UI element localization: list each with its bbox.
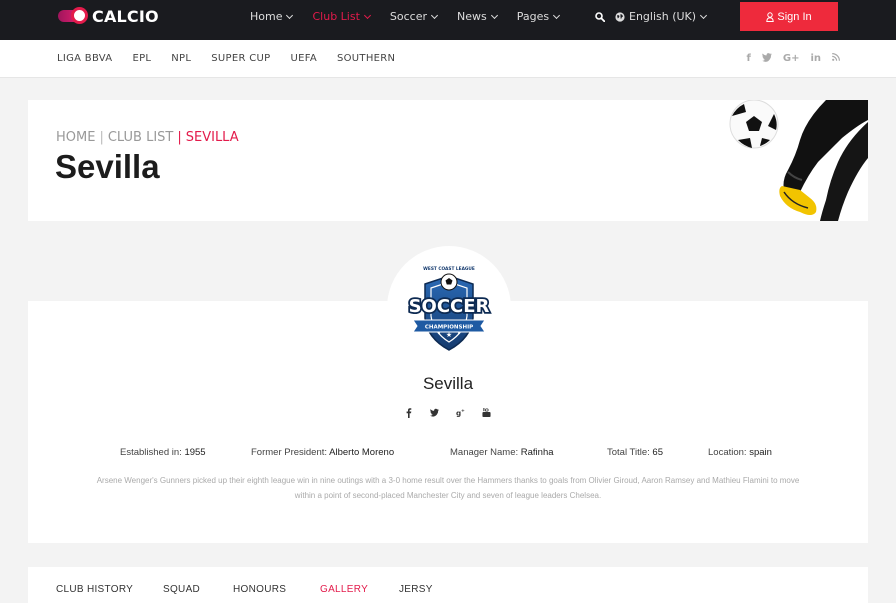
- search-icon[interactable]: [595, 12, 605, 22]
- google-plus-icon[interactable]: g +: [456, 407, 465, 418]
- club-social-links: g +: [404, 407, 491, 418]
- header-social-links: f G+ in: [747, 53, 841, 65]
- page-header: HOME | CLUB LIST | SEVILLA Sevilla: [28, 100, 868, 221]
- linkedin-icon[interactable]: in: [810, 53, 821, 65]
- nav-label: Pages: [516, 10, 550, 23]
- nav-label: Club List: [312, 10, 360, 23]
- fact-value: 65: [652, 447, 663, 458]
- breadcrumb: HOME | CLUB LIST | SEVILLA: [56, 130, 239, 145]
- club-crest: ★ ★ ★ WEST COAST LEAGUE SOCCER CHAMPIONS…: [407, 266, 491, 351]
- nav-label: Home: [250, 10, 283, 23]
- user-icon: [766, 11, 775, 22]
- breadcrumb-current: SEVILLA: [185, 130, 239, 145]
- league-item-liga-bbva[interactable]: LIGA BBVA: [57, 53, 112, 64]
- brand-logo[interactable]: CALCIO: [58, 5, 159, 27]
- chevron-down-icon: [363, 11, 371, 19]
- logo-ball-icon: [58, 6, 88, 26]
- breadcrumb-club-list[interactable]: CLUB LIST: [108, 130, 174, 145]
- fact-total-title: Total Title: 65: [607, 447, 663, 458]
- nav-label: News: [457, 10, 487, 23]
- secondary-navbar: LIGA BBVA EPL NPL SUPER CUP UEFA SOUTHER…: [0, 40, 896, 78]
- chevron-down-icon: [286, 11, 294, 19]
- tab-jersy[interactable]: JERSY: [399, 584, 433, 595]
- crest-top-text: WEST COAST LEAGUE: [423, 266, 475, 272]
- fact-label: Manager Name:: [450, 447, 519, 458]
- crest-ribbon-text: CHAMPIONSHIP: [425, 325, 473, 331]
- brand-name: CALCIO: [92, 6, 159, 26]
- tab-gallery[interactable]: GALLERY: [320, 584, 368, 595]
- nav-item-club-list[interactable]: Club List: [312, 10, 371, 23]
- language-label: English (UK): [629, 10, 697, 23]
- fact-value: spain: [749, 447, 772, 458]
- fact-label: Former President:: [251, 447, 328, 458]
- facebook-icon[interactable]: f: [747, 53, 751, 65]
- youtube-icon[interactable]: [482, 407, 491, 418]
- league-item-epl[interactable]: EPL: [132, 53, 151, 64]
- globe-icon: [615, 11, 625, 22]
- club-tabs: CLUB HISTORY SQUAD HONOURS GALLERY JERSY: [28, 567, 868, 603]
- fact-established: Established in: 1955: [120, 447, 206, 458]
- tab-club-history[interactable]: CLUB HISTORY: [56, 584, 133, 595]
- chevron-down-icon: [490, 11, 498, 19]
- fact-label: Location:: [708, 447, 747, 458]
- fact-label: Total Title:: [607, 447, 650, 458]
- fact-label: Established in:: [120, 447, 182, 458]
- nav-item-pages[interactable]: Pages: [516, 10, 561, 23]
- fact-value: 1955: [184, 447, 206, 458]
- nav-item-news[interactable]: News: [457, 10, 498, 23]
- google-plus-icon[interactable]: G+: [783, 53, 800, 65]
- fact-value: Alberto Moreno: [329, 447, 395, 458]
- chevron-down-icon: [553, 11, 561, 19]
- sign-in-button[interactable]: Sign In: [740, 2, 838, 31]
- twitter-icon[interactable]: [761, 53, 772, 65]
- facebook-icon[interactable]: [404, 407, 413, 418]
- fact-former-president: Former President: Alberto Moreno: [251, 447, 394, 458]
- league-item-uefa[interactable]: UEFA: [290, 53, 317, 64]
- league-item-southern[interactable]: SOUTHERN: [337, 53, 395, 64]
- tab-squad[interactable]: SQUAD: [163, 584, 200, 595]
- league-nav: LIGA BBVA EPL NPL SUPER CUP UEFA SOUTHER…: [57, 53, 415, 64]
- nav-item-soccer[interactable]: Soccer: [389, 10, 439, 23]
- sign-in-label: Sign In: [777, 10, 812, 23]
- league-item-npl[interactable]: NPL: [171, 53, 191, 64]
- page-title: Sevilla: [55, 148, 160, 185]
- breadcrumb-home[interactable]: HOME: [56, 130, 95, 145]
- twitter-icon[interactable]: [430, 407, 439, 418]
- main-nav: Home Club List Soccer News Pages: [250, 10, 579, 23]
- breadcrumb-separator: |: [177, 130, 182, 145]
- tab-honours[interactable]: HONOURS: [233, 584, 286, 595]
- language-selector[interactable]: English (UK): [615, 10, 708, 23]
- crest-main-text: SOCCER: [409, 296, 490, 317]
- fact-location: Location: spain: [708, 447, 772, 458]
- fact-value: Rafinha: [520, 447, 554, 458]
- chevron-down-icon: [430, 11, 439, 19]
- club-name: Sevilla: [422, 374, 474, 393]
- chevron-down-icon: [700, 11, 708, 19]
- breadcrumb-separator: |: [99, 130, 104, 145]
- fact-manager: Manager Name: Rafinha: [450, 447, 554, 458]
- nav-label: Soccer: [389, 10, 428, 23]
- nav-item-home[interactable]: Home: [250, 10, 294, 23]
- svg-text:+: +: [461, 408, 465, 414]
- top-navbar: CALCIO Home Club List Soccer News Pages …: [0, 0, 896, 40]
- soccer-player-image: [729, 100, 868, 221]
- rss-icon[interactable]: [832, 53, 840, 65]
- club-description: Arsene Wenger's Gunners picked up their …: [96, 476, 800, 500]
- league-item-super-cup[interactable]: SUPER CUP: [211, 53, 270, 64]
